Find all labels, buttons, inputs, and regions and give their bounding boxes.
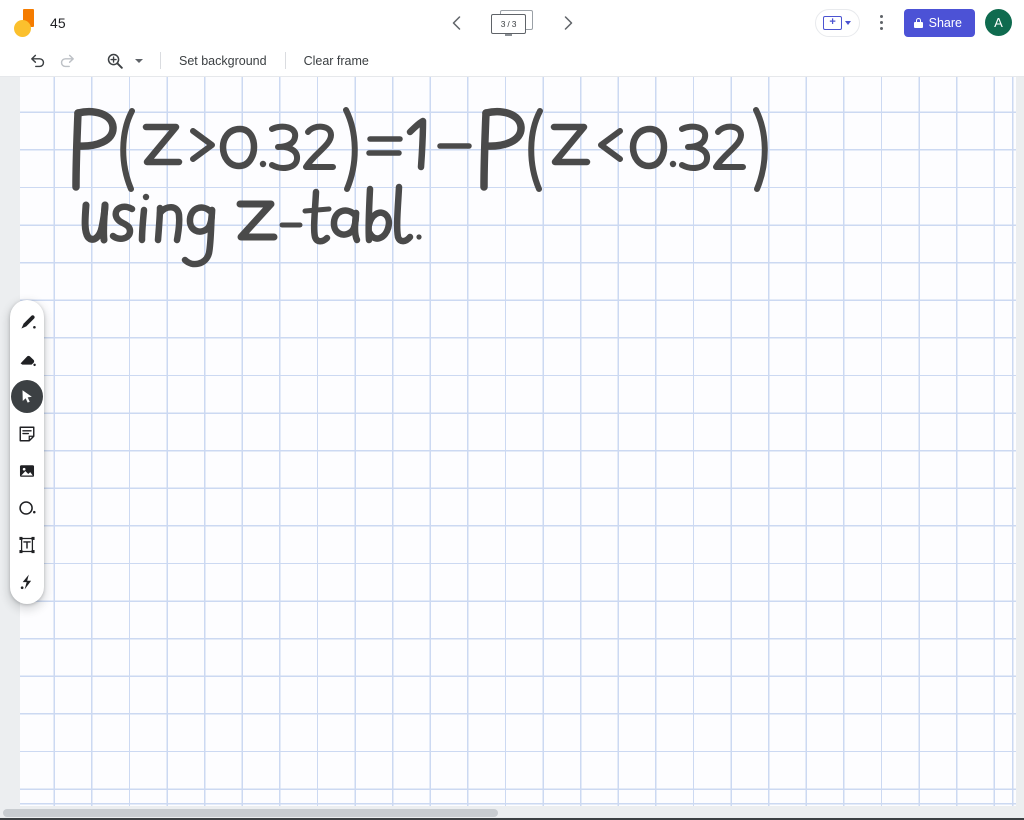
jamboard-logo-icon[interactable] <box>14 8 36 37</box>
tool-pen[interactable] <box>11 306 43 339</box>
chevron-down-icon[interactable] <box>845 20 852 25</box>
tool-shape[interactable] <box>11 491 43 524</box>
text-box-icon <box>19 536 35 553</box>
cursor-arrow-icon <box>22 390 32 403</box>
tool-rail <box>10 300 44 604</box>
eraser-icon <box>20 355 36 367</box>
tool-image[interactable] <box>11 454 43 487</box>
zoom-button[interactable] <box>100 48 130 74</box>
frame-stand <box>505 33 512 36</box>
previous-frame-button[interactable] <box>445 12 467 34</box>
zoom-dropdown-button[interactable] <box>130 48 148 74</box>
tool-sticky-note[interactable] <box>11 417 43 450</box>
header-right-group: + Share A <box>814 0 1012 45</box>
laser-pointer-icon <box>20 574 32 589</box>
tool-select[interactable] <box>11 380 43 413</box>
set-background-button[interactable]: Set background <box>173 54 273 68</box>
horizontal-scroll-thumb[interactable] <box>3 809 498 817</box>
share-button[interactable]: Share <box>903 8 975 37</box>
document-title[interactable]: 45 <box>50 15 66 31</box>
canvas-area[interactable] <box>0 77 1024 820</box>
tool-laser[interactable] <box>11 565 43 598</box>
frame-navigation: 3 / 3 <box>445 9 579 37</box>
more-options-button[interactable] <box>870 9 894 37</box>
sticky-note-icon <box>19 426 35 441</box>
tool-text-box[interactable] <box>11 528 43 561</box>
share-button-label: Share <box>928 15 962 30</box>
frame-counter-button[interactable]: 3 / 3 <box>489 9 535 37</box>
image-icon <box>19 464 35 477</box>
jamboard-app: 45 3 / 3 + Share A Set background Clear … <box>0 0 1024 820</box>
header-left-group: 45 <box>0 8 66 37</box>
canvas-right-strip <box>1016 77 1024 820</box>
toolbar-divider-2 <box>284 52 286 69</box>
next-frame-button[interactable] <box>557 12 579 34</box>
present-add-frame-icon: + <box>823 15 843 30</box>
handwriting-ink <box>72 107 768 268</box>
jam-canvas[interactable] <box>20 77 1016 806</box>
redo-button[interactable] <box>52 48 82 74</box>
app-header: 45 3 / 3 + Share A <box>0 0 1024 45</box>
tool-eraser[interactable] <box>11 343 43 376</box>
present-button[interactable]: + <box>814 8 860 37</box>
toolbar-divider <box>160 52 161 69</box>
avatar[interactable]: A <box>985 9 1012 36</box>
clear-frame-button[interactable]: Clear frame <box>298 54 375 68</box>
frame-counter-label: 3 / 3 <box>500 18 517 29</box>
frame-stack-front: 3 / 3 <box>491 13 526 34</box>
circle-shape-icon <box>19 500 36 515</box>
edit-toolbar: Set background Clear frame <box>0 45 1024 77</box>
undo-button[interactable] <box>22 48 52 74</box>
lock-icon <box>913 17 923 28</box>
pen-icon <box>20 315 36 329</box>
